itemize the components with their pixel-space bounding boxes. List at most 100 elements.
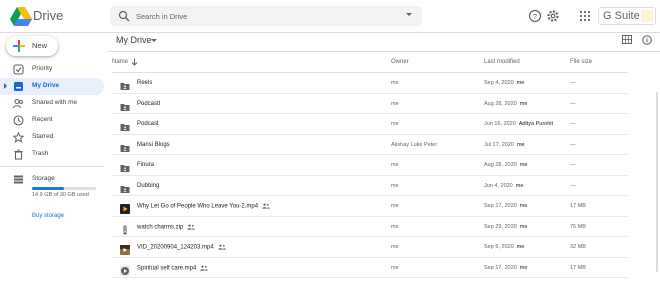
column-header-owner[interactable]: Owner <box>391 59 409 65</box>
column-header-name[interactable]: Name <box>112 59 128 65</box>
shared-people-icon <box>187 224 196 230</box>
file-owner: me <box>391 244 399 250</box>
file-name[interactable]: Podcast <box>137 121 159 127</box>
file-row[interactable]: watch charms.zip me Sep 29, 2020 me 75 MB <box>112 217 628 237</box>
file-size: — <box>570 162 576 168</box>
file-last-modified: Sep 17, 2020 me <box>484 265 527 271</box>
gsuite-label: G Suite <box>603 10 640 22</box>
sidebar-item-label: My Drive <box>32 82 60 89</box>
file-name-text: Finura <box>137 162 155 168</box>
buy-storage-link[interactable]: Buy storage <box>32 213 64 219</box>
search-input[interactable] <box>136 8 386 24</box>
sidebar-item-label: Starred <box>32 133 54 140</box>
scrollbar[interactable] <box>656 92 658 272</box>
file-row[interactable]: Podcast me Jun 16, 2020 Aditya Purohit — <box>112 114 628 135</box>
shared-folder-icon <box>120 78 130 90</box>
modified-date: Sep 17, 2020 <box>484 203 517 209</box>
sidebar-item-label: Priority <box>32 65 53 72</box>
file-name-text: Dubbing <box>137 182 160 189</box>
sidebar-item-storage[interactable]: Storage <box>0 171 104 188</box>
shared-folder-icon <box>120 181 130 193</box>
apps-grid-icon[interactable] <box>578 9 592 23</box>
file-size: 17 MB <box>570 264 586 271</box>
file-last-modified: Sep 6, 2020 me <box>484 244 524 250</box>
sidebar-item-label: Trash <box>32 150 49 157</box>
help-icon[interactable]: ? <box>528 9 542 23</box>
modified-date: Sep 29, 2020 <box>484 223 517 230</box>
search-icon[interactable] <box>118 10 130 22</box>
file-name[interactable]: watch charms.zip <box>137 224 196 230</box>
drive-logo-icon[interactable] <box>10 7 32 26</box>
account-avatar[interactable] <box>641 10 653 22</box>
file-name[interactable]: Spiritual self care.mp4 <box>137 265 209 272</box>
file-name[interactable]: Mansi Blogs <box>137 142 170 148</box>
file-row[interactable]: Why Let Go of People Who Leave You-2.mp4… <box>112 196 628 217</box>
sidebar-item-my-drive[interactable]: My Drive <box>0 78 104 95</box>
file-row[interactable]: Spiritual self care.mp4 me Sep 17, 2020 me 1… <box>112 258 628 278</box>
gear-icon[interactable] <box>546 9 560 23</box>
file-name[interactable]: Dubbing <box>137 183 159 189</box>
file-last-modified: Sep 4, 2020 me <box>484 80 524 86</box>
search-options-chevron-down-icon[interactable] <box>406 13 412 16</box>
file-owner: me <box>391 182 399 189</box>
modified-by: me <box>519 100 528 107</box>
file-name[interactable]: Finura <box>137 162 154 168</box>
column-header-file-size[interactable]: File size <box>570 59 592 65</box>
file-name[interactable]: Podcastt <box>137 101 160 107</box>
file-name-text: Mansi Blogs <box>137 141 170 148</box>
page-title[interactable]: My Drive <box>116 35 152 45</box>
file-owner: me <box>391 100 399 107</box>
file-last-modified: Sep 17, 2020 me <box>484 203 527 209</box>
file-size: — <box>570 121 576 127</box>
file-size: 17 MB <box>570 203 586 209</box>
sidebar-item-starred[interactable]: Starred <box>0 129 104 146</box>
modified-date: Jun 4, 2020 <box>484 182 513 189</box>
shared-people-icon <box>262 203 270 209</box>
my-drive-icon <box>14 82 23 91</box>
star-icon <box>13 132 24 143</box>
file-row[interactable]: Reels me Sep 4, 2020 me — <box>112 73 628 94</box>
sidebar-item-trash[interactable]: Trash <box>0 146 104 163</box>
file-last-modified: Aug 28, 2020 me <box>484 101 527 107</box>
file-row[interactable]: Podcastt me Aug 28, 2020 me — <box>112 94 628 114</box>
modified-by: me <box>519 162 528 168</box>
file-row[interactable]: Finura me Aug 28, 2020 me — <box>112 155 628 176</box>
file-last-modified: Jun 16, 2020 Aditya Purohit <box>484 121 553 127</box>
file-owner: me <box>391 80 399 86</box>
sidebar-item-recent[interactable]: Recent <box>0 112 104 129</box>
app-name[interactable]: Drive <box>33 8 63 23</box>
file-name[interactable]: VID_20200904_124203.mp4 <box>137 244 226 251</box>
file-name[interactable]: Why Let Go of People Who Leave You-2.mp4 <box>137 203 270 210</box>
expand-arrow-icon[interactable] <box>4 83 7 89</box>
info-icon[interactable] <box>642 35 652 45</box>
shared-people-icon <box>218 244 226 250</box>
sidebar-item-shared-with-me[interactable]: Shared with me <box>0 95 104 112</box>
file-owner: Akshay Luke Peter <box>391 141 438 148</box>
file-row[interactable]: Dubbing me Jun 4, 2020 me — <box>112 176 628 196</box>
sidebar-item-priority[interactable]: Priority <box>0 61 104 78</box>
file-name-text: VID_20200904_124203.mp4 <box>137 244 214 251</box>
search-bar[interactable] <box>110 6 422 26</box>
shared-folder-icon <box>120 99 130 111</box>
file-last-modified: Jun 4, 2020 me <box>484 183 523 189</box>
modified-by: me <box>519 264 528 271</box>
file-last-modified: Aug 28, 2020 me <box>484 162 527 168</box>
file-owner: me <box>391 203 399 209</box>
modified-date: Sep 4, 2020 <box>484 80 514 86</box>
sort-arrow-down-icon[interactable] <box>131 58 138 66</box>
file-last-modified: Jul 17, 2020 me <box>484 142 525 148</box>
trash-icon <box>14 149 23 160</box>
file-row[interactable]: VID_20200904_124203.mp4 me Sep 6, 2020 me 32… <box>112 237 628 258</box>
modified-date: Sep 6, 2020 <box>484 244 514 250</box>
column-header-last-modified[interactable]: Last modified <box>484 59 520 65</box>
file-size: 75 MB <box>570 223 586 230</box>
file-size: — <box>570 182 576 189</box>
file-name-text: Spiritual self care.mp4 <box>137 265 197 272</box>
grid-view-icon[interactable] <box>622 35 632 44</box>
file-row[interactable]: Mansi Blogs Akshay Luke Peter Jul 17, 2020… <box>112 135 628 155</box>
page-title-chevron-down-icon[interactable] <box>151 39 157 42</box>
file-name[interactable]: Reels <box>137 80 152 86</box>
new-button[interactable]: New <box>6 36 58 56</box>
gsuite-badge[interactable]: G Suite <box>598 7 656 25</box>
storage-usage-bar <box>32 187 96 190</box>
